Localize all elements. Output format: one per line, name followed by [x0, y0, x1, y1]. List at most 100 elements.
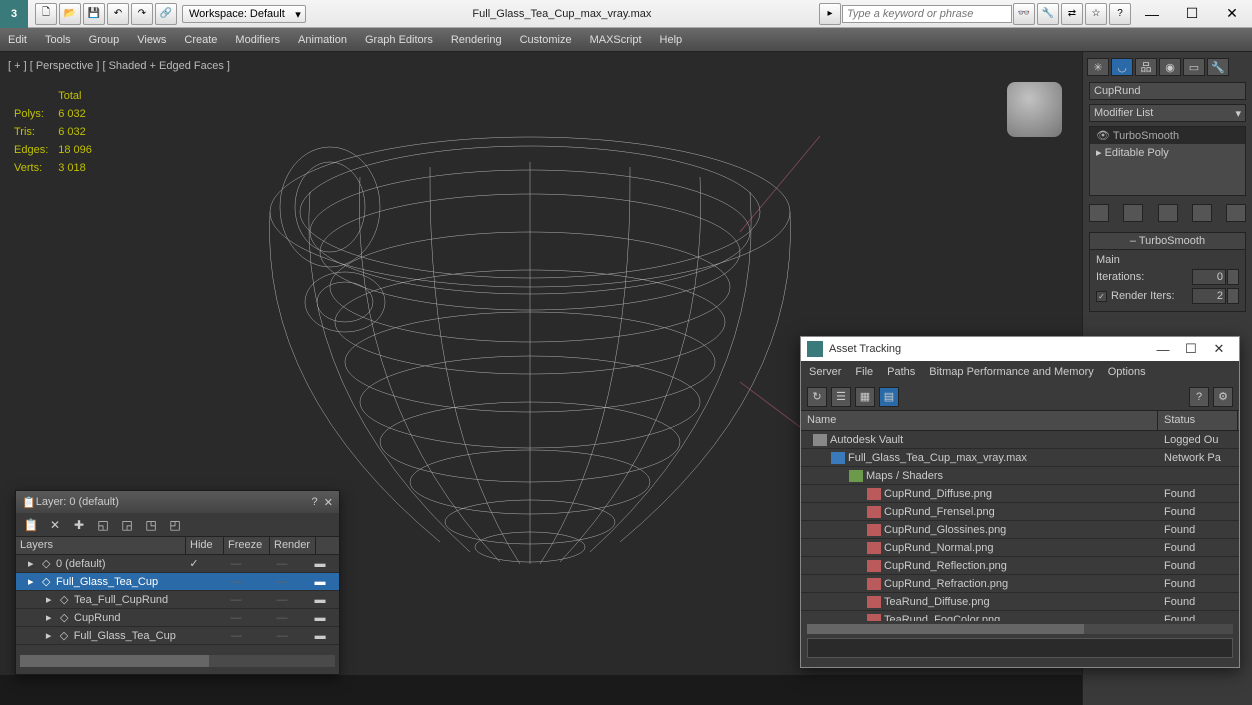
- turbosmooth-rollout-header[interactable]: – TurboSmooth: [1089, 232, 1246, 250]
- tab-hierarchy[interactable]: 品: [1135, 58, 1157, 76]
- modifier-stack[interactable]: 👁 TurboSmooth▸ Editable Poly: [1089, 126, 1246, 196]
- delete-layer-icon[interactable]: ✕: [46, 516, 64, 534]
- refresh-icon[interactable]: ↻: [807, 387, 827, 407]
- menu-edit[interactable]: Edit: [8, 34, 27, 46]
- asset-row[interactable]: CupRund_Frensel.pngFound: [801, 503, 1239, 521]
- menu-views[interactable]: Views: [137, 34, 166, 46]
- tab-utilities[interactable]: 🔧: [1207, 58, 1229, 76]
- close-button[interactable]: ✕: [1212, 0, 1252, 28]
- layer-row[interactable]: ▸◇Tea_Full_CupRund——▬: [16, 591, 339, 609]
- info-toggle[interactable]: ▸: [819, 3, 841, 25]
- tab-modify[interactable]: ◡: [1111, 58, 1133, 76]
- highlight-layer-icon[interactable]: ◲: [118, 516, 136, 534]
- pin-stack-icon[interactable]: [1089, 204, 1109, 222]
- modifier-list-dropdown[interactable]: Modifier List: [1089, 104, 1246, 122]
- layer-panel-titlebar[interactable]: 📋 Layer: 0 (default) ? ✕: [16, 491, 339, 513]
- layer-panel-close-icon[interactable]: ✕: [324, 496, 333, 509]
- open-button[interactable]: 📂: [59, 3, 81, 25]
- render-iters-spinner-arrows[interactable]: [1227, 288, 1239, 304]
- tab-create[interactable]: ✳: [1087, 58, 1109, 76]
- asset-row[interactable]: CupRund_Normal.pngFound: [801, 539, 1239, 557]
- new-layer-icon[interactable]: 📋: [22, 516, 40, 534]
- settings-icon[interactable]: ⚙: [1213, 387, 1233, 407]
- layer-col-layers[interactable]: Layers: [16, 537, 186, 554]
- asset-scrollbar[interactable]: [807, 624, 1233, 634]
- workspace-dropdown[interactable]: Workspace: Default: [182, 5, 306, 23]
- viewport-label[interactable]: [ + ] [ Perspective ] [ Shaded + Edged F…: [8, 60, 230, 72]
- asset-row[interactable]: CupRund_Refraction.pngFound: [801, 575, 1239, 593]
- tree-view-icon[interactable]: ▦: [855, 387, 875, 407]
- layer-row[interactable]: ▸◇Full_Glass_Tea_Cup——▬: [16, 573, 339, 591]
- asset-close-button[interactable]: ✕: [1205, 341, 1233, 357]
- show-end-result-icon[interactable]: [1123, 204, 1143, 222]
- asset-col-status[interactable]: Status: [1158, 411, 1238, 430]
- menu-modifiers[interactable]: Modifiers: [235, 34, 280, 46]
- tab-display[interactable]: ▭: [1183, 58, 1205, 76]
- menu-maxscript[interactable]: MAXScript: [590, 34, 642, 46]
- layer-help-icon[interactable]: ?: [312, 496, 318, 508]
- tab-motion[interactable]: ◉: [1159, 58, 1181, 76]
- render-iters-checkbox[interactable]: ✓: [1096, 291, 1107, 302]
- modifier-editable poly[interactable]: ▸ Editable Poly: [1090, 144, 1245, 161]
- menu-graph-editors[interactable]: Graph Editors: [365, 34, 433, 46]
- hide-layer-icon[interactable]: ◳: [142, 516, 160, 534]
- star-icon[interactable]: ☆: [1085, 3, 1107, 25]
- asset-menu-bitmap-performance-and-memory[interactable]: Bitmap Performance and Memory: [929, 366, 1093, 378]
- minimize-button[interactable]: —: [1132, 0, 1172, 28]
- add-to-layer-icon[interactable]: ✚: [70, 516, 88, 534]
- layer-row[interactable]: ▸◇CupRund——▬: [16, 609, 339, 627]
- modifier-turbosmooth[interactable]: 👁 TurboSmooth: [1090, 127, 1245, 144]
- search-input[interactable]: [842, 5, 1012, 23]
- render-iters-spinner[interactable]: 2: [1192, 288, 1226, 304]
- asset-col-name[interactable]: Name: [801, 411, 1158, 430]
- asset-max-button[interactable]: ☐: [1177, 341, 1205, 357]
- asset-row[interactable]: CupRund_Reflection.pngFound: [801, 557, 1239, 575]
- asset-path-input[interactable]: [807, 638, 1233, 658]
- maximize-button[interactable]: ☐: [1172, 0, 1212, 28]
- asset-row[interactable]: CupRund_Glossines.pngFound: [801, 521, 1239, 539]
- asset-tracking-titlebar[interactable]: Asset Tracking — ☐ ✕: [801, 337, 1239, 361]
- menu-customize[interactable]: Customize: [520, 34, 572, 46]
- exchange-icon[interactable]: ⇄: [1061, 3, 1083, 25]
- configure-sets-icon[interactable]: [1226, 204, 1246, 222]
- list-view-icon[interactable]: ☰: [831, 387, 851, 407]
- layer-row[interactable]: ▸◇0 (default)✓——▬: [16, 555, 339, 573]
- asset-row[interactable]: Maps / Shaders: [801, 467, 1239, 485]
- select-layer-icon[interactable]: ◱: [94, 516, 112, 534]
- freeze-layer-icon[interactable]: ◰: [166, 516, 184, 534]
- iterations-spinner-arrows[interactable]: [1227, 269, 1239, 285]
- menu-tools[interactable]: Tools: [45, 34, 71, 46]
- asset-row[interactable]: Autodesk VaultLogged Ou: [801, 431, 1239, 449]
- layer-col-freeze[interactable]: Freeze: [224, 537, 270, 554]
- menu-animation[interactable]: Animation: [298, 34, 347, 46]
- asset-menu-server[interactable]: Server: [809, 366, 841, 378]
- table-view-icon[interactable]: ▤: [879, 387, 899, 407]
- menu-group[interactable]: Group: [89, 34, 120, 46]
- layer-scrollbar[interactable]: [20, 655, 335, 667]
- layer-col-render[interactable]: Render: [270, 537, 316, 554]
- search-icon[interactable]: 👓: [1013, 3, 1035, 25]
- asset-menu-file[interactable]: File: [855, 366, 873, 378]
- undo-button[interactable]: ↶: [107, 3, 129, 25]
- app-icon[interactable]: 3: [0, 0, 28, 28]
- layer-col-hide[interactable]: Hide: [186, 537, 224, 554]
- menu-rendering[interactable]: Rendering: [451, 34, 502, 46]
- viewcube[interactable]: [1007, 82, 1062, 137]
- layer-row[interactable]: ▸◇Full_Glass_Tea_Cup——▬: [16, 627, 339, 645]
- menu-help[interactable]: Help: [660, 34, 683, 46]
- key-icon[interactable]: 🔧: [1037, 3, 1059, 25]
- asset-row[interactable]: CupRund_Diffuse.pngFound: [801, 485, 1239, 503]
- menu-create[interactable]: Create: [184, 34, 217, 46]
- asset-min-button[interactable]: —: [1149, 342, 1177, 357]
- iterations-spinner[interactable]: 0: [1192, 269, 1226, 285]
- help-icon[interactable]: ?: [1109, 3, 1131, 25]
- redo-button[interactable]: ↷: [131, 3, 153, 25]
- object-name-field[interactable]: CupRund: [1089, 82, 1246, 100]
- link-button[interactable]: 🔗: [155, 3, 177, 25]
- remove-modifier-icon[interactable]: [1192, 204, 1212, 222]
- new-button[interactable]: 🗋: [35, 3, 57, 25]
- save-button[interactable]: 💾: [83, 3, 105, 25]
- make-unique-icon[interactable]: [1158, 204, 1178, 222]
- asset-menu-paths[interactable]: Paths: [887, 366, 915, 378]
- asset-menu-options[interactable]: Options: [1108, 366, 1146, 378]
